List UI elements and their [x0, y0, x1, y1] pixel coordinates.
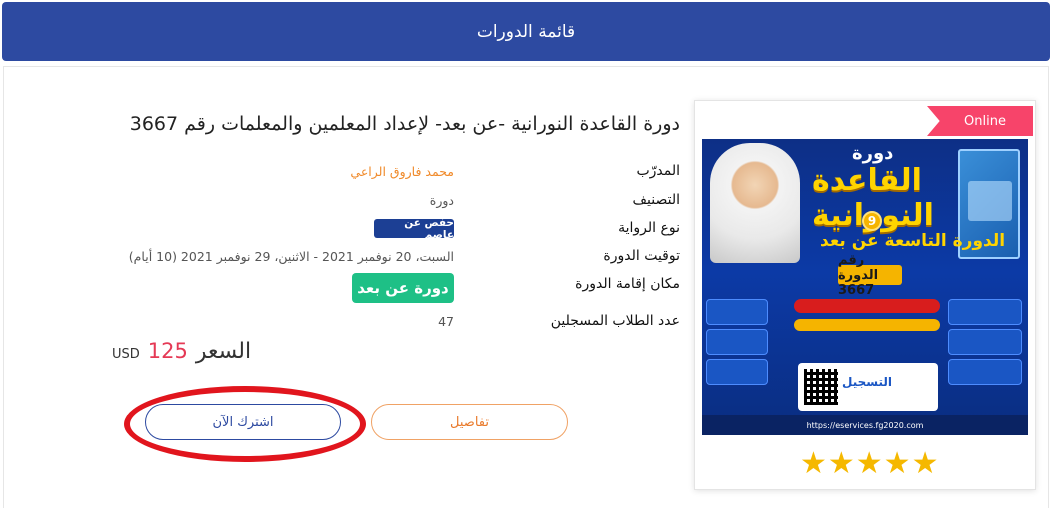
- poster-info-box: [948, 359, 1022, 385]
- subscribe-button[interactable]: اشترك الآن: [145, 404, 341, 440]
- timing-label: توقيت الدورة: [603, 248, 680, 264]
- poster-info-box: [706, 329, 768, 355]
- poster-footer: https://eservices.fg2020.com: [702, 415, 1028, 435]
- trainer-label: المدرّب: [636, 163, 680, 179]
- rating-stars-icon: ★★★★★: [800, 446, 940, 481]
- timing-value: السبت، 20 نوفمبر 2021 - الاثنين، 29 نوفم…: [128, 249, 454, 264]
- price: USD 125 السعر: [112, 339, 251, 364]
- course-title[interactable]: دورة القاعدة النورانية -عن بعد- لإعداد ا…: [80, 113, 680, 135]
- poster-info-box: [706, 299, 768, 325]
- qr-code-icon: [804, 369, 838, 405]
- venue-badge: دورة عن بعد: [352, 273, 454, 303]
- poster-number: رقم الدورة 3667: [838, 253, 902, 298]
- price-label: السعر: [195, 339, 252, 364]
- narration-badge: حفص عن عاصم: [374, 217, 454, 241]
- page-header: قائمة الدورات: [2, 2, 1050, 61]
- details-button[interactable]: تفاصيل: [371, 404, 568, 440]
- poster-info-box: [948, 329, 1022, 355]
- poster-register: التسجيل: [842, 375, 892, 389]
- poster-line3: الدورة التاسعة عن بعد: [820, 231, 1006, 251]
- poster-line1: دورة: [852, 143, 894, 164]
- students-label: عدد الطلاب المسجلين: [550, 313, 680, 329]
- category-value: دورة: [429, 193, 454, 208]
- poster-yellow-bar: [794, 319, 940, 331]
- narration-label: نوع الرواية: [618, 220, 680, 236]
- poster-info-box: [706, 359, 768, 385]
- trainer-value[interactable]: محمد فاروق الراعي: [350, 164, 454, 179]
- venue-label: مكان إقامة الدورة: [575, 276, 680, 292]
- poster-info-box: [948, 299, 1022, 325]
- students-value: 47: [438, 314, 454, 329]
- course-poster-image[interactable]: دورة القاعدة النورانية 9 الدورة التاسعة …: [702, 139, 1028, 435]
- online-badge: Online: [927, 106, 1033, 136]
- poster-circle: 9: [862, 211, 882, 231]
- poster-line2: القاعدة النورانية: [812, 163, 933, 233]
- poster-red-bar: [794, 299, 940, 313]
- price-currency: USD: [112, 347, 140, 362]
- page-title: قائمة الدورات: [476, 21, 576, 42]
- instructor-photo: [710, 143, 800, 263]
- category-label: التصنيف: [632, 192, 680, 208]
- price-amount: 125: [147, 339, 188, 363]
